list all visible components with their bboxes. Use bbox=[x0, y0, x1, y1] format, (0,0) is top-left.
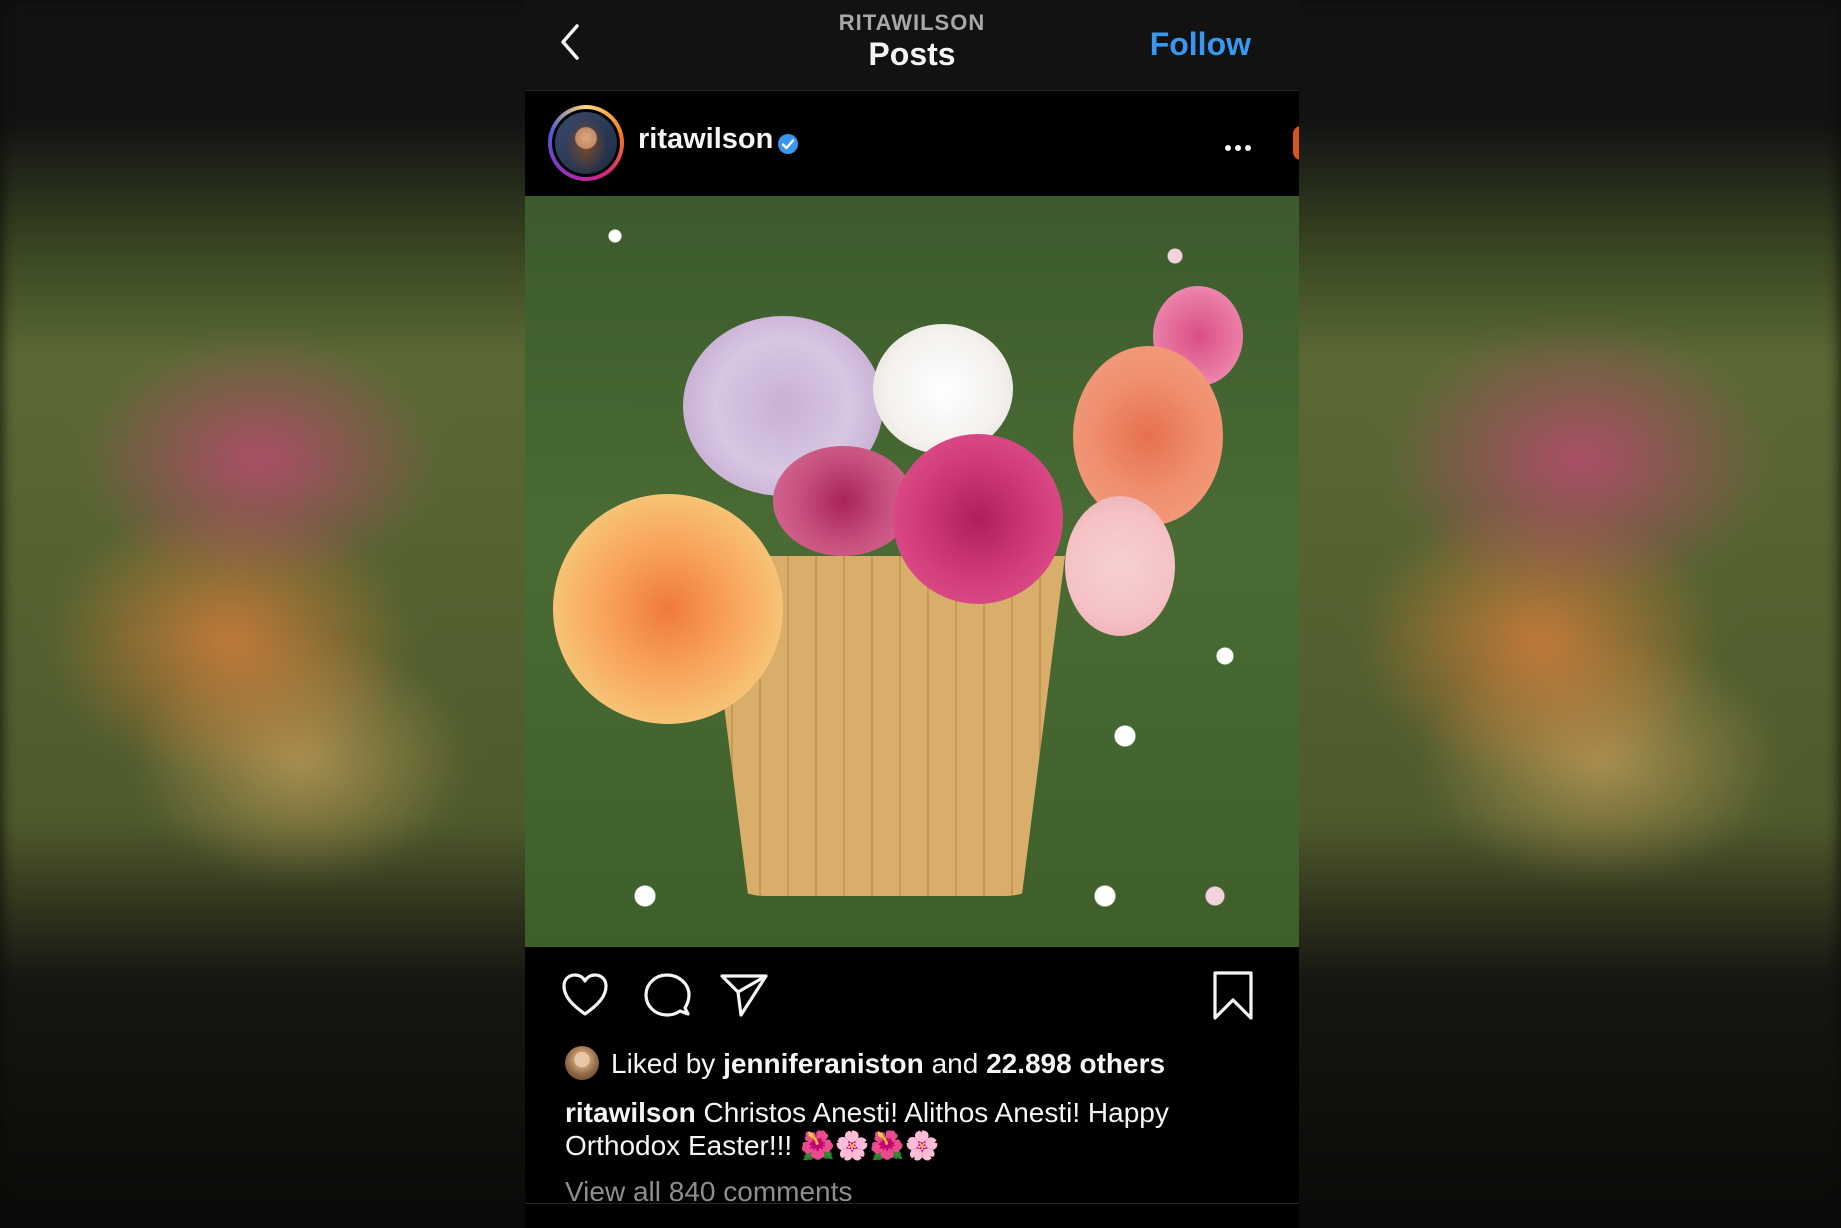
divider bbox=[525, 1203, 1299, 1204]
comment-icon bbox=[644, 973, 691, 1017]
next-profile-edge bbox=[1293, 126, 1299, 160]
likes-joiner: and bbox=[931, 1048, 979, 1079]
likes-count[interactable]: 22.898 others bbox=[986, 1048, 1165, 1079]
paper-plane-icon bbox=[720, 974, 768, 1017]
action-bar bbox=[525, 962, 1299, 1032]
caption-username[interactable]: ritawilson bbox=[565, 1097, 696, 1128]
post-photo[interactable] bbox=[525, 196, 1299, 947]
share-button[interactable] bbox=[719, 972, 769, 1018]
save-button[interactable] bbox=[1211, 970, 1255, 1022]
follow-button[interactable]: Follow bbox=[1150, 26, 1251, 63]
more-options-icon[interactable] bbox=[1225, 138, 1255, 156]
liker-avatar bbox=[565, 1046, 599, 1080]
likes-prefix: Liked by bbox=[611, 1048, 716, 1079]
top-bar: RITAWILSON Posts Follow bbox=[525, 0, 1299, 91]
liker-username[interactable]: jenniferaniston bbox=[723, 1048, 924, 1079]
post-header: ritawilson bbox=[525, 91, 1299, 196]
post-username[interactable]: ritawilson bbox=[638, 123, 773, 156]
comment-button[interactable] bbox=[643, 972, 691, 1018]
bookmark-icon bbox=[1213, 971, 1253, 1020]
verified-badge-icon bbox=[777, 133, 799, 155]
likes-summary[interactable]: Liked by jenniferaniston and 22.898 othe… bbox=[565, 1046, 1285, 1082]
caption: ritawilson Christos Anesti! Alithos Anes… bbox=[565, 1096, 1265, 1162]
avatar[interactable] bbox=[548, 105, 624, 181]
instagram-post-screen: RITAWILSON Posts Follow ritawilson Liked… bbox=[525, 0, 1299, 1228]
like-button[interactable] bbox=[561, 972, 609, 1018]
heart-icon bbox=[562, 973, 608, 1016]
